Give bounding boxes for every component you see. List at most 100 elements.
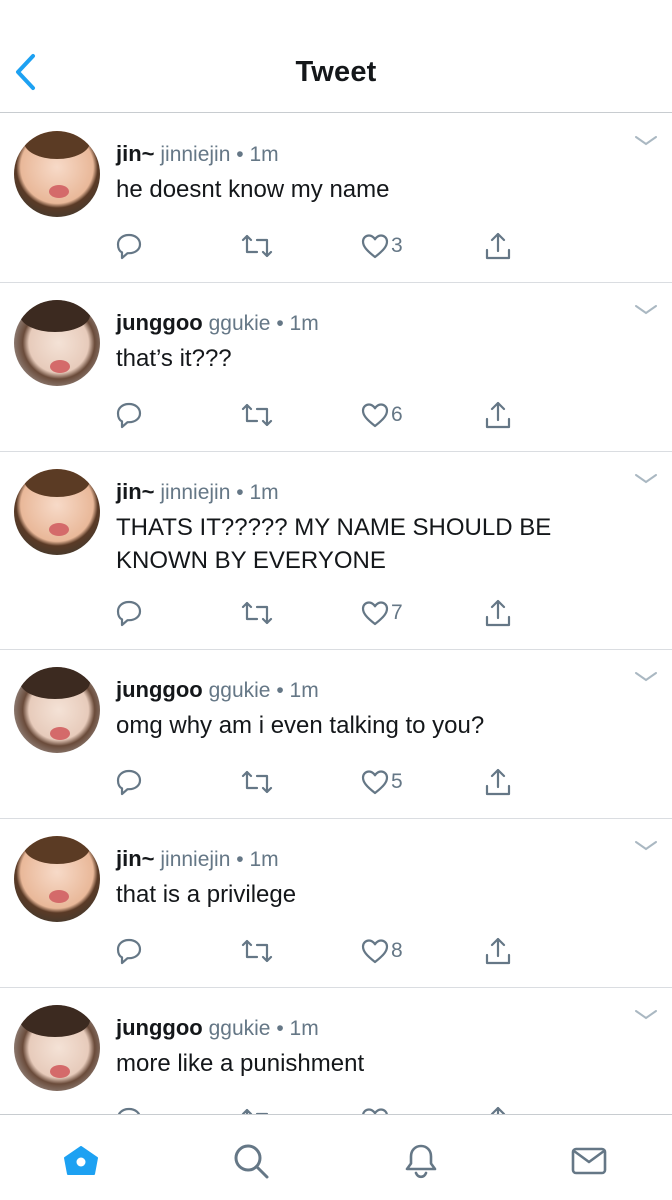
like-icon xyxy=(361,234,389,259)
timestamp: 1m xyxy=(289,312,319,335)
separator-dot: • xyxy=(236,848,244,871)
reply-button[interactable] xyxy=(114,765,144,799)
avatar[interactable] xyxy=(14,131,100,217)
timestamp: 1m xyxy=(249,848,279,871)
chevron-down-icon[interactable] xyxy=(634,134,658,148)
chevron-down-icon[interactable] xyxy=(634,839,658,853)
share-button[interactable] xyxy=(482,934,514,968)
username[interactable]: jinniejin xyxy=(160,848,230,871)
tweet-header: jin~ jinniejin • 1m xyxy=(116,141,279,167)
separator-dot: • xyxy=(276,312,284,335)
share-button[interactable] xyxy=(482,1103,514,1114)
reply-icon xyxy=(116,938,142,965)
search-icon xyxy=(234,1144,269,1179)
home-icon xyxy=(64,1146,98,1175)
reply-icon xyxy=(117,1107,141,1114)
username[interactable]: jinniejin xyxy=(160,143,230,166)
like-button[interactable]: 7 xyxy=(360,596,403,630)
chevron-down-icon[interactable] xyxy=(634,670,658,684)
top-bar: Tweet xyxy=(0,0,672,113)
reply-button[interactable] xyxy=(114,1103,144,1114)
avatar[interactable] xyxy=(14,836,100,922)
display-name[interactable]: junggoo xyxy=(116,310,203,335)
tweet-actions: 3 xyxy=(0,229,672,263)
tweet[interactable]: junggoo ggukie • 1m more like a punishme… xyxy=(0,988,672,1114)
like-button[interactable]: 8 xyxy=(360,934,403,968)
tweet-header: jin~ jinniejin • 1m xyxy=(116,479,279,505)
tweet-text: that’s it??? xyxy=(116,345,232,372)
share-button[interactable] xyxy=(482,229,514,263)
share-button[interactable] xyxy=(482,596,514,630)
share-button[interactable] xyxy=(482,765,514,799)
username[interactable]: ggukie xyxy=(209,312,271,335)
tweet-actions: 7 xyxy=(0,596,672,630)
tab-home[interactable] xyxy=(61,1141,101,1181)
reply-button[interactable] xyxy=(114,398,144,432)
tweet-actions: 5 xyxy=(0,765,672,799)
reply-icon xyxy=(116,769,142,796)
bottom-tab-bar xyxy=(0,1114,672,1200)
display-name[interactable]: junggoo xyxy=(116,1015,203,1040)
retweet-button[interactable] xyxy=(240,229,274,263)
retweet-button[interactable] xyxy=(240,596,274,630)
separator-dot: • xyxy=(236,143,244,166)
like-count: 8 xyxy=(391,939,403,962)
tweet[interactable]: jin~ jinniejin • 1m THATS IT????? MY NAM… xyxy=(0,452,672,650)
reply-icon xyxy=(116,402,142,429)
display-name[interactable]: jin~ xyxy=(116,479,155,504)
like-button[interactable] xyxy=(360,1103,391,1114)
chevron-down-icon[interactable] xyxy=(634,472,658,486)
reply-button[interactable] xyxy=(114,229,144,263)
like-button[interactable]: 5 xyxy=(360,765,403,799)
avatar[interactable] xyxy=(14,667,100,753)
avatar[interactable] xyxy=(14,300,100,386)
retweet-icon xyxy=(241,403,273,427)
retweet-icon xyxy=(241,1108,269,1114)
username[interactable]: jinniejin xyxy=(160,481,230,504)
retweet-button[interactable] xyxy=(240,934,274,968)
display-name[interactable]: jin~ xyxy=(116,846,155,871)
tab-notifications[interactable] xyxy=(401,1141,441,1181)
tab-messages[interactable] xyxy=(569,1141,609,1181)
reply-icon xyxy=(116,600,142,627)
tweet-header: junggoo ggukie • 1m xyxy=(116,310,319,336)
share-icon xyxy=(490,1106,506,1114)
tweet-text: THATS IT????? MY NAME SHOULD BE KNOWN BY… xyxy=(116,514,552,574)
tweet-actions: 8 xyxy=(0,934,672,968)
tweet[interactable]: jin~ jinniejin • 1m that is a privilege … xyxy=(0,819,672,988)
display-name[interactable]: junggoo xyxy=(116,677,203,702)
retweet-button[interactable] xyxy=(240,765,274,799)
retweet-button[interactable] xyxy=(240,398,274,432)
tab-search[interactable] xyxy=(231,1141,271,1181)
tweet-actions xyxy=(0,1103,672,1114)
tweet-header: jin~ jinniejin • 1m xyxy=(116,846,279,872)
like-icon xyxy=(361,601,389,626)
reply-button[interactable] xyxy=(114,596,144,630)
like-button[interactable]: 6 xyxy=(360,398,403,432)
page-title: Tweet xyxy=(295,56,377,88)
tweet[interactable]: junggoo ggukie • 1m that’s it??? 6 xyxy=(0,283,672,452)
tweet[interactable]: jin~ jinniejin • 1m he doesnt know my na… xyxy=(0,114,672,283)
retweet-button[interactable] xyxy=(240,1103,274,1114)
like-count: 5 xyxy=(391,770,403,793)
chevron-down-icon[interactable] xyxy=(634,303,658,317)
messages-icon xyxy=(571,1147,607,1175)
like-count: 3 xyxy=(391,234,403,257)
retweet-icon xyxy=(241,234,273,258)
timestamp: 1m xyxy=(249,481,279,504)
avatar[interactable] xyxy=(14,1005,100,1091)
like-button[interactable]: 3 xyxy=(360,229,403,263)
retweet-icon xyxy=(241,770,273,794)
reply-button[interactable] xyxy=(114,934,144,968)
share-button[interactable] xyxy=(482,398,514,432)
display-name[interactable]: jin~ xyxy=(116,141,155,166)
tweet-text: he doesnt know my name xyxy=(116,176,390,203)
like-icon xyxy=(362,1108,388,1114)
retweet-icon xyxy=(241,601,273,625)
avatar[interactable] xyxy=(14,469,100,555)
tweet[interactable]: junggoo ggukie • 1m omg why am i even ta… xyxy=(0,650,672,819)
username[interactable]: ggukie xyxy=(209,679,271,702)
timestamp: 1m xyxy=(249,143,279,166)
username[interactable]: ggukie xyxy=(209,1017,271,1040)
chevron-down-icon[interactable] xyxy=(634,1008,658,1022)
